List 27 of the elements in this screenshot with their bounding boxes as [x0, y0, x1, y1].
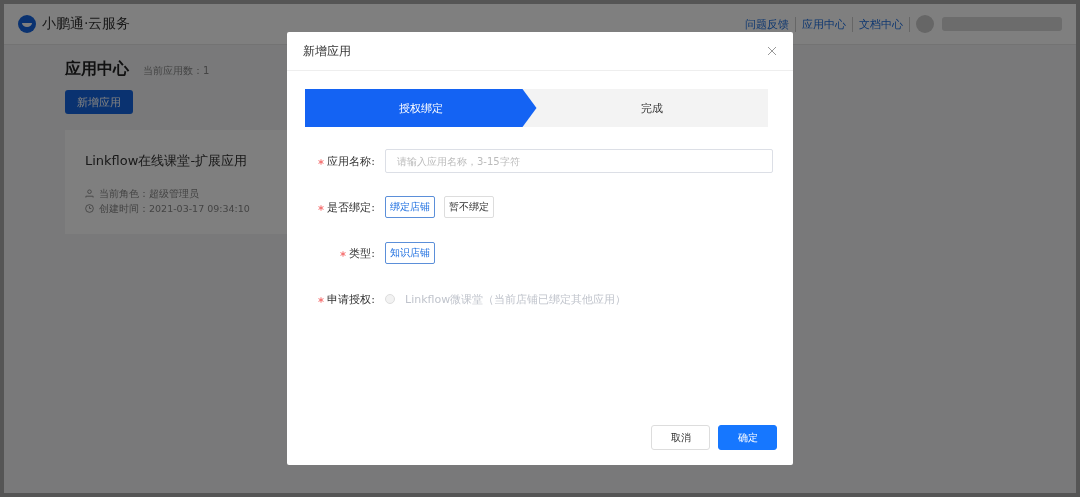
clock-icon [85, 204, 94, 213]
app-name: Linkflow在线课堂-扩展应用 [85, 152, 249, 170]
add-app-button[interactable]: 新增应用 [65, 90, 133, 114]
required-icon [318, 296, 325, 303]
user-icon [85, 189, 94, 198]
brand-name: 小鹏通·云服务 [42, 15, 131, 33]
step: 授权绑定 [305, 89, 537, 127]
dialog-title: 新增应用 [303, 42, 351, 60]
option-button[interactable]: 知识店铺 [385, 242, 435, 264]
required-icon [318, 204, 325, 211]
close-button[interactable] [767, 46, 777, 56]
field-label: 应用名称: [287, 153, 385, 169]
option-button[interactable]: 绑定店铺 [385, 196, 435, 218]
field-label: 类型: [287, 245, 385, 261]
logo-icon [18, 15, 36, 33]
avatar-icon [916, 15, 934, 33]
required-icon [340, 250, 347, 257]
nav-link[interactable]: 文档中心 [853, 16, 910, 32]
option-button[interactable]: 暂不绑定 [444, 196, 494, 218]
nav-link[interactable]: 问题反馈 [739, 16, 796, 32]
field-label: 是否绑定: [287, 199, 385, 215]
field-label: 申请授权: [287, 291, 385, 307]
cancel-button[interactable]: 取消 [651, 425, 710, 450]
required-icon [318, 158, 325, 165]
page-title: 应用中心 [65, 59, 129, 80]
confirm-button[interactable]: 确定 [718, 425, 777, 450]
nav-link[interactable]: 应用中心 [796, 16, 853, 32]
